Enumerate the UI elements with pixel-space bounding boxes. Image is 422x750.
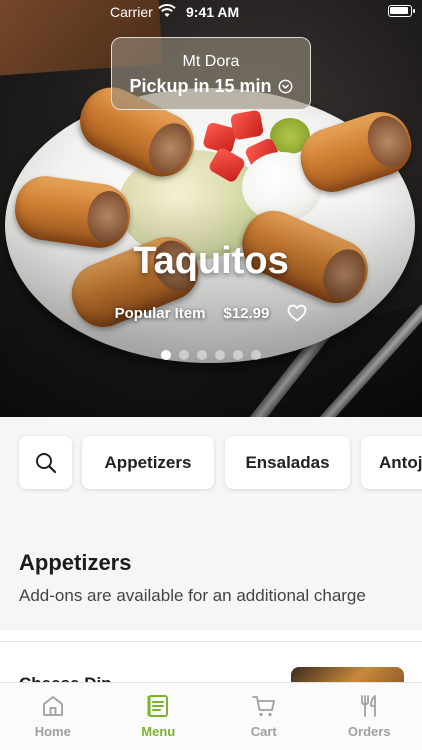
clock: 9:41 AM — [186, 4, 240, 20]
carousel-dot[interactable] — [179, 350, 189, 360]
tab-bar[interactable]: Home Menu Cart Orders — [0, 682, 422, 750]
tab-cart[interactable]: Cart — [211, 683, 317, 750]
tab-menu[interactable]: Menu — [106, 683, 212, 750]
wifi-icon — [158, 4, 176, 17]
battery-icon — [388, 5, 415, 17]
search-icon — [35, 452, 56, 473]
orders-icon — [361, 695, 377, 717]
carousel-indicator[interactable] — [0, 350, 422, 360]
chevron-down-icon — [278, 79, 292, 94]
pickup-time: Pickup in 15 min — [129, 76, 292, 97]
featured-item-meta: Popular Item $12.99 — [0, 304, 422, 322]
menu-item-name: Cheese Dip — [19, 674, 112, 682]
tab-orders[interactable]: Orders — [317, 683, 422, 750]
home-icon — [42, 696, 63, 716]
featured-item-title: Taquitos — [133, 240, 289, 282]
section-title: Appetizers — [19, 550, 132, 575]
location-selector[interactable]: Mt Dora Pickup in 15 min — [111, 37, 311, 110]
popular-badge: Popular Item — [114, 304, 206, 322]
carousel-dot[interactable] — [251, 350, 261, 360]
carousel-dot[interactable] — [215, 350, 225, 360]
category-ensaladas[interactable]: Ensaladas — [225, 436, 350, 489]
category-antojitos[interactable]: Antojitos — [361, 436, 422, 489]
status-bar: Carrier 9:41 AM — [0, 0, 422, 24]
search-button[interactable] — [19, 436, 72, 489]
pickup-label: Pickup in 15 min — [129, 76, 272, 96]
cart-icon — [251, 696, 275, 717]
menu-item-image — [291, 667, 404, 682]
featured-item-price: $12.99 — [223, 304, 270, 322]
store-name: Mt Dora — [182, 53, 240, 70]
category-bar[interactable]: Appetizers Ensaladas Antojitos — [0, 417, 422, 510]
tab-home[interactable]: Home — [0, 683, 106, 750]
section-subtitle: Add-ons are available for an additional … — [19, 586, 366, 605]
carousel-dot[interactable] — [233, 350, 243, 360]
heart-icon[interactable] — [287, 304, 307, 322]
hero-banner[interactable]: Carrier 9:41 AM Mt Dora Pickup in 15 min… — [0, 0, 422, 417]
tab-label-orders: Orders — [347, 724, 391, 739]
tab-label-cart: Cart — [250, 724, 277, 739]
carousel-dot[interactable] — [161, 350, 171, 360]
carousel-dot[interactable] — [197, 350, 207, 360]
tab-label-menu: Menu — [141, 724, 176, 739]
carrier-label: Carrier — [110, 4, 153, 20]
menu-icon — [147, 695, 169, 717]
category-appetizers[interactable]: Appetizers — [82, 436, 214, 489]
tomato — [229, 109, 265, 141]
menu-item[interactable]: Cheese Dip — [0, 642, 422, 682]
tab-label-home: Home — [34, 724, 71, 739]
